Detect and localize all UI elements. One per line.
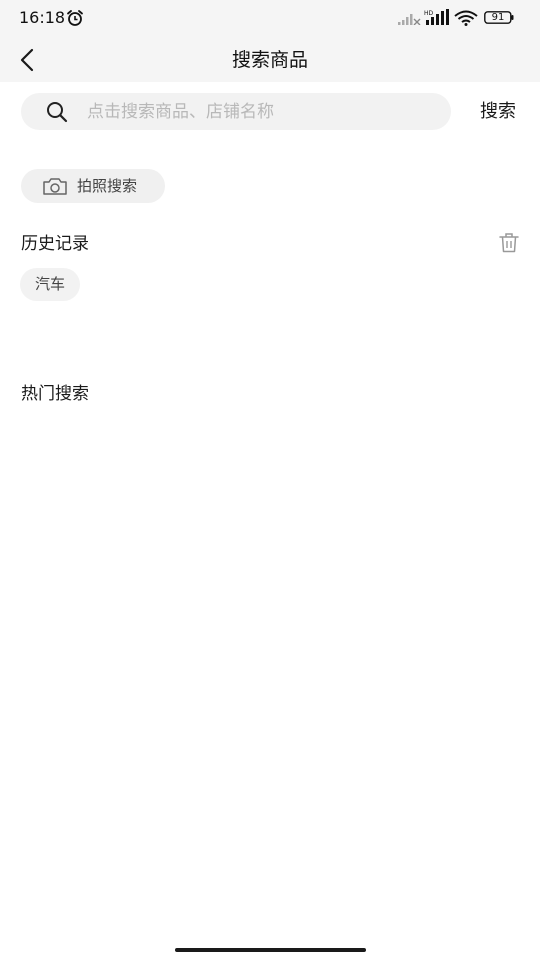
search-icon	[47, 102, 68, 123]
status-time: 16:18	[19, 8, 66, 27]
cellular-signal-icon	[398, 14, 421, 25]
hot-search-title: 热门搜索	[21, 384, 89, 404]
battery-level: 91	[491, 12, 505, 23]
photo-search-button[interactable]: 拍照搜索	[21, 169, 165, 203]
wifi-icon	[454, 10, 478, 26]
cellular-signal-hd-icon: HD	[424, 9, 449, 25]
camera-icon	[43, 178, 67, 195]
hd-label: HD	[424, 10, 434, 17]
photo-search-label: 拍照搜索	[77, 177, 138, 195]
search-input[interactable]	[87, 93, 427, 130]
history-tag[interactable]: 汽车	[20, 268, 81, 301]
history-title: 历史记录	[21, 234, 89, 254]
page-title: 搜索商品	[231, 49, 308, 71]
search-button[interactable]: 搜索	[470, 100, 526, 124]
home-indicator[interactable]	[175, 948, 366, 952]
nav-bar: 搜索商品	[0, 36, 540, 82]
status-bar: 16:18 HD 91	[0, 0, 540, 36]
trash-icon[interactable]	[499, 232, 519, 253]
search-box[interactable]	[21, 93, 451, 130]
alarm-clock-icon	[67, 10, 83, 26]
